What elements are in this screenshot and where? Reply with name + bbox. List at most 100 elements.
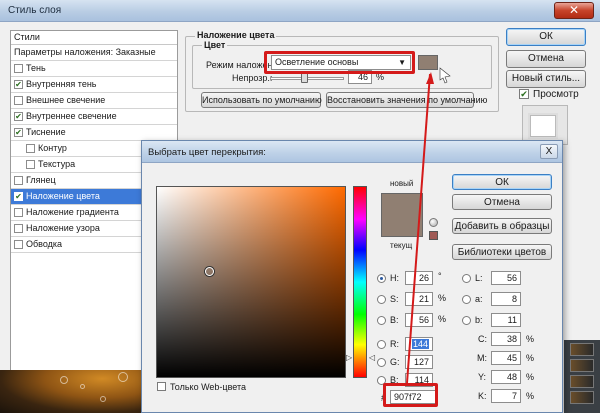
c-unit: % xyxy=(526,334,535,344)
style-item-checkbox[interactable]: ✔ xyxy=(14,128,23,137)
g-radio[interactable] xyxy=(377,358,386,367)
style-item-checkbox[interactable] xyxy=(14,64,23,73)
h-input[interactable]: 26 xyxy=(405,271,433,285)
r-label: R: xyxy=(390,339,399,349)
opacity-slider-track[interactable] xyxy=(270,73,344,83)
rgb-b-radio[interactable] xyxy=(377,376,386,385)
m-unit: % xyxy=(526,353,535,363)
m-input[interactable]: 45 xyxy=(491,351,521,365)
web-colors-only-label: Только Web-цвета xyxy=(170,382,246,392)
out-of-gamut-warning-icon[interactable] xyxy=(429,218,438,227)
l-input[interactable]: 56 xyxy=(491,271,521,285)
hex-label: # xyxy=(381,393,387,403)
reset-default-button[interactable]: Восстановить значения по умолчанию xyxy=(326,92,487,108)
preview-label: Просмотр xyxy=(533,89,579,100)
style-item-label: Текстура xyxy=(38,159,76,169)
color-overlay-heading: Наложение цвета xyxy=(195,30,277,40)
style-item-label: Внутренняя тень xyxy=(26,79,97,89)
m-label: M: xyxy=(477,353,487,363)
new-color-swatch xyxy=(381,193,423,237)
opacity-input[interactable]: 46 xyxy=(348,70,372,84)
styles-header[interactable]: Стили xyxy=(11,31,177,45)
a-input[interactable]: 8 xyxy=(491,292,521,306)
blend-mode-value: Осветление основы xyxy=(275,57,359,67)
l-radio[interactable] xyxy=(462,274,471,283)
lab-b-label: b: xyxy=(475,315,483,325)
hue-arrow-left-icon[interactable]: ▷ xyxy=(346,353,352,362)
k-label: K: xyxy=(478,391,487,401)
style-item-label: Наложение цвета xyxy=(26,191,100,201)
opacity-slider-thumb[interactable] xyxy=(301,73,309,83)
ok-button[interactable]: ОК xyxy=(506,28,586,46)
make-default-button[interactable]: Использовать по умолчанию xyxy=(201,92,322,108)
s-radio[interactable] xyxy=(377,295,386,304)
chevron-down-icon: ▼ xyxy=(398,58,406,67)
window-close-button[interactable]: ✕ xyxy=(554,2,594,19)
hex-input[interactable]: 907f72 xyxy=(390,390,436,404)
style-item-checkbox[interactable] xyxy=(14,224,23,233)
s-input[interactable]: 21 xyxy=(405,292,433,306)
style-item[interactable]: Внешнее свечение xyxy=(11,93,177,109)
picker-title: Выбрать цвет перекрытия: xyxy=(148,147,266,158)
g-input[interactable]: 127 xyxy=(405,355,433,369)
style-item-label: Тиснение xyxy=(26,127,66,137)
k-unit: % xyxy=(526,391,535,401)
picker-cancel-button[interactable]: Отмена xyxy=(452,194,552,210)
style-item-label: Тень xyxy=(26,63,46,73)
picker-close-button[interactable]: X xyxy=(540,144,558,159)
style-item[interactable]: Тень xyxy=(11,61,177,77)
lab-b-input[interactable]: 11 xyxy=(491,313,521,327)
web-colors-only-checkbox[interactable] xyxy=(157,382,166,391)
y-unit: % xyxy=(526,372,535,382)
rgb-b-label: B: xyxy=(390,375,399,385)
new-style-button[interactable]: Новый стиль... xyxy=(506,70,586,88)
background-photo xyxy=(0,370,146,413)
style-item[interactable]: ✔ Внутреннее свечение xyxy=(11,109,177,125)
style-item-checkbox[interactable] xyxy=(14,96,23,105)
c-input[interactable]: 38 xyxy=(491,332,521,346)
saturation-brightness-field[interactable] xyxy=(156,186,346,378)
picker-titlebar: Выбрать цвет перекрытия: X xyxy=(142,141,562,163)
gamut-color-cube-icon[interactable] xyxy=(429,231,438,240)
current-color-label: текущ xyxy=(390,241,413,250)
l-label: L: xyxy=(475,273,483,283)
style-item-checkbox[interactable] xyxy=(14,208,23,217)
style-item-label: Контур xyxy=(38,143,67,153)
preview-checkbox[interactable]: ✔ xyxy=(519,89,529,99)
style-item-checkbox[interactable]: ✔ xyxy=(14,192,23,201)
r-radio[interactable] xyxy=(377,340,386,349)
overlay-color-swatch[interactable] xyxy=(418,55,438,70)
style-item-checkbox[interactable] xyxy=(26,160,35,169)
hue-slider[interactable] xyxy=(353,186,367,378)
s-unit: % xyxy=(438,293,447,303)
rgb-b-input[interactable]: 114 xyxy=(405,373,433,387)
cancel-button[interactable]: Отмена xyxy=(506,50,586,68)
add-to-swatches-button[interactable]: Добавить в образцы xyxy=(452,218,552,234)
style-item-label: Обводка xyxy=(26,239,63,249)
blending-options-item[interactable]: Параметры наложения: Заказные xyxy=(11,45,177,61)
hue-arrow-right-icon[interactable]: ◁ xyxy=(369,353,375,362)
lab-b-radio[interactable] xyxy=(462,316,471,325)
style-item-checkbox[interactable]: ✔ xyxy=(14,112,23,121)
b-radio[interactable] xyxy=(377,316,386,325)
b-input[interactable]: 56 xyxy=(405,313,433,327)
layer-style-titlebar: Стиль слоя ✕ xyxy=(0,0,600,22)
picker-ok-button[interactable]: ОК xyxy=(452,174,552,190)
r-input[interactable]: 144 xyxy=(405,337,433,351)
a-radio[interactable] xyxy=(462,295,471,304)
h-radio[interactable] xyxy=(377,274,386,283)
style-item-checkbox[interactable] xyxy=(14,240,23,249)
k-input[interactable]: 7 xyxy=(491,389,521,403)
y-input[interactable]: 48 xyxy=(491,370,521,384)
style-item-checkbox[interactable] xyxy=(26,144,35,153)
style-item[interactable]: ✔ Тиснение xyxy=(11,125,177,141)
blend-mode-select[interactable]: Осветление основы ▼ xyxy=(271,55,411,70)
style-item[interactable]: ✔ Внутренняя тень xyxy=(11,77,177,93)
color-picker-ring-icon[interactable] xyxy=(205,267,214,276)
c-label: C: xyxy=(478,334,487,344)
color-picker-dialog: Выбрать цвет перекрытия: X ▷ ◁ новый тек… xyxy=(141,140,563,413)
style-item-checkbox[interactable] xyxy=(14,176,23,185)
color-libraries-button[interactable]: Библиотеки цветов xyxy=(452,244,552,260)
y-label: Y: xyxy=(478,372,487,382)
style-item-checkbox[interactable]: ✔ xyxy=(14,80,23,89)
